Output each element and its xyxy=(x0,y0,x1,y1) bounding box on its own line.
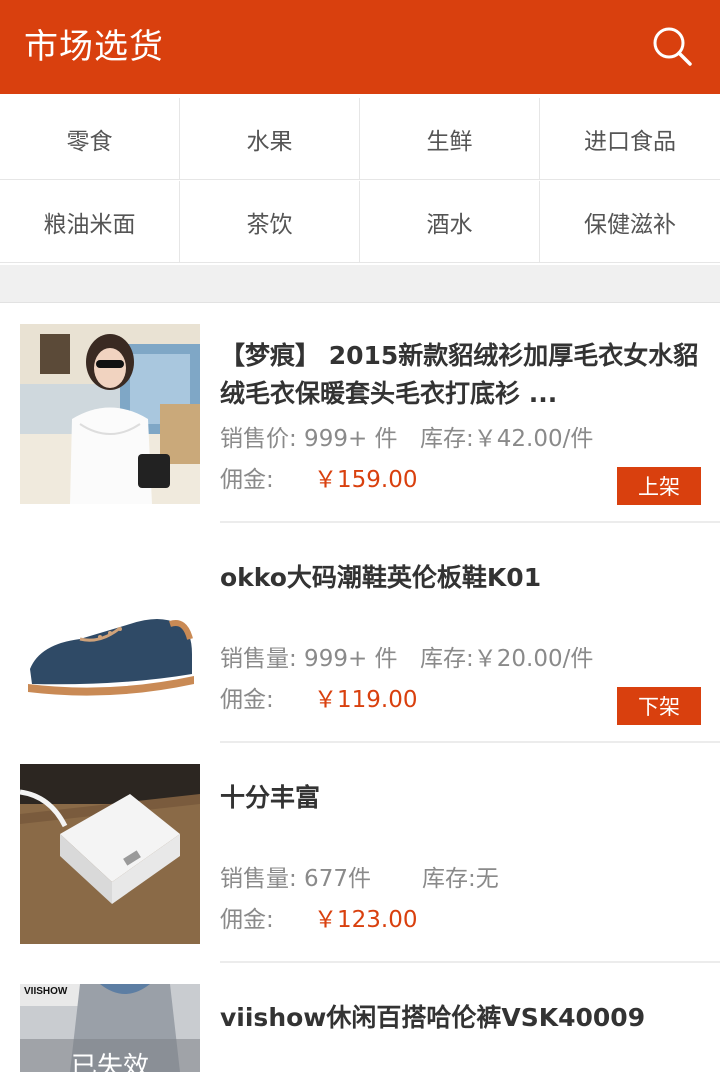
commission-price: ￥159.00 xyxy=(314,467,418,493)
product-image xyxy=(20,324,200,504)
product-item[interactable]: VIISHOW 已失效 viishow休闲百搭哈伦裤VSK40009 xyxy=(0,963,720,1072)
category-grain-oil[interactable]: 粮油米面 xyxy=(0,181,180,262)
commission-price: ￥119.00 xyxy=(314,687,418,713)
product-image: VIISHOW 已失效 xyxy=(20,984,200,1072)
thumb-brand: VIISHOW xyxy=(24,986,68,997)
category-fresh[interactable]: 生鲜 xyxy=(360,98,540,179)
product-image xyxy=(20,764,200,944)
category-row: 零食 水果 生鲜 进口食品 xyxy=(0,98,720,180)
list-button[interactable]: 上架 xyxy=(617,467,701,505)
product-commission: 佣金: ￥159.00 xyxy=(220,460,417,494)
category-snacks[interactable]: 零食 xyxy=(0,98,180,179)
product-meta: 销售价: 999+ 件 库存:￥42.00/件 xyxy=(220,419,593,453)
category-health[interactable]: 保健滋补 xyxy=(540,181,720,262)
commission-price: ￥123.00 xyxy=(314,907,418,933)
product-meta: 销售量: 999+ 件 库存:￥20.00/件 xyxy=(220,639,593,673)
product-meta: 销售量: 677件 库存:无 xyxy=(220,859,499,893)
product-name: viishow休闲百搭哈伦裤VSK40009 xyxy=(220,1003,646,1032)
list-button[interactable]: 下架 xyxy=(617,687,701,725)
search-icon[interactable] xyxy=(648,22,696,70)
commission-label: 佣金: xyxy=(220,467,274,493)
category-tea[interactable]: 茶饮 xyxy=(180,181,360,262)
product-name: okko大码潮鞋英伦板鞋K01 xyxy=(220,563,542,592)
product-stock: 库存:￥42.00/件 xyxy=(420,426,594,452)
product-item[interactable]: 十分丰富 销售量: 677件 库存:无 佣金: ￥123.00 xyxy=(0,743,720,963)
category-imported-food[interactable]: 进口食品 xyxy=(540,98,720,179)
commission-label: 佣金: xyxy=(220,907,274,933)
app-header: 市场选货 xyxy=(0,0,720,94)
section-gap xyxy=(0,265,720,303)
product-commission: 佣金: ￥123.00 xyxy=(220,900,417,934)
product-item[interactable]: okko大码潮鞋英伦板鞋K01 销售量: 999+ 件 库存:￥20.00/件 … xyxy=(0,523,720,743)
category-grid: 零食 水果 生鲜 进口食品 粮油米面 茶饮 酒水 保健滋补 xyxy=(0,98,720,264)
product-name: 十分丰富 xyxy=(220,783,321,812)
product-image xyxy=(20,544,200,724)
product-sales: 销售量: 677件 xyxy=(220,866,371,892)
expired-overlay: 已失效 xyxy=(70,1052,149,1072)
commission-label: 佣金: xyxy=(220,687,274,713)
product-sales: 销售价: 999+ 件 xyxy=(220,426,398,452)
product-item[interactable]: 【梦痕】 2015新款貂绒衫加厚毛衣女水貂绒毛衣保暖套头毛衣打底衫 ... 销售… xyxy=(0,303,720,523)
product-stock: 库存:无 xyxy=(422,866,499,892)
category-liquor[interactable]: 酒水 xyxy=(360,181,540,262)
product-sales: 销售量: 999+ 件 xyxy=(220,646,398,672)
product-commission: 佣金: ￥119.00 xyxy=(220,680,417,714)
category-fruit[interactable]: 水果 xyxy=(180,98,360,179)
category-row: 粮油米面 茶饮 酒水 保健滋补 xyxy=(0,181,720,263)
product-stock: 库存:￥20.00/件 xyxy=(420,646,594,672)
page-title: 市场选货 xyxy=(24,27,164,67)
product-name: 【梦痕】 2015新款貂绒衫加厚毛衣女水貂绒毛衣保暖套头毛衣打底衫 ... xyxy=(220,341,699,408)
